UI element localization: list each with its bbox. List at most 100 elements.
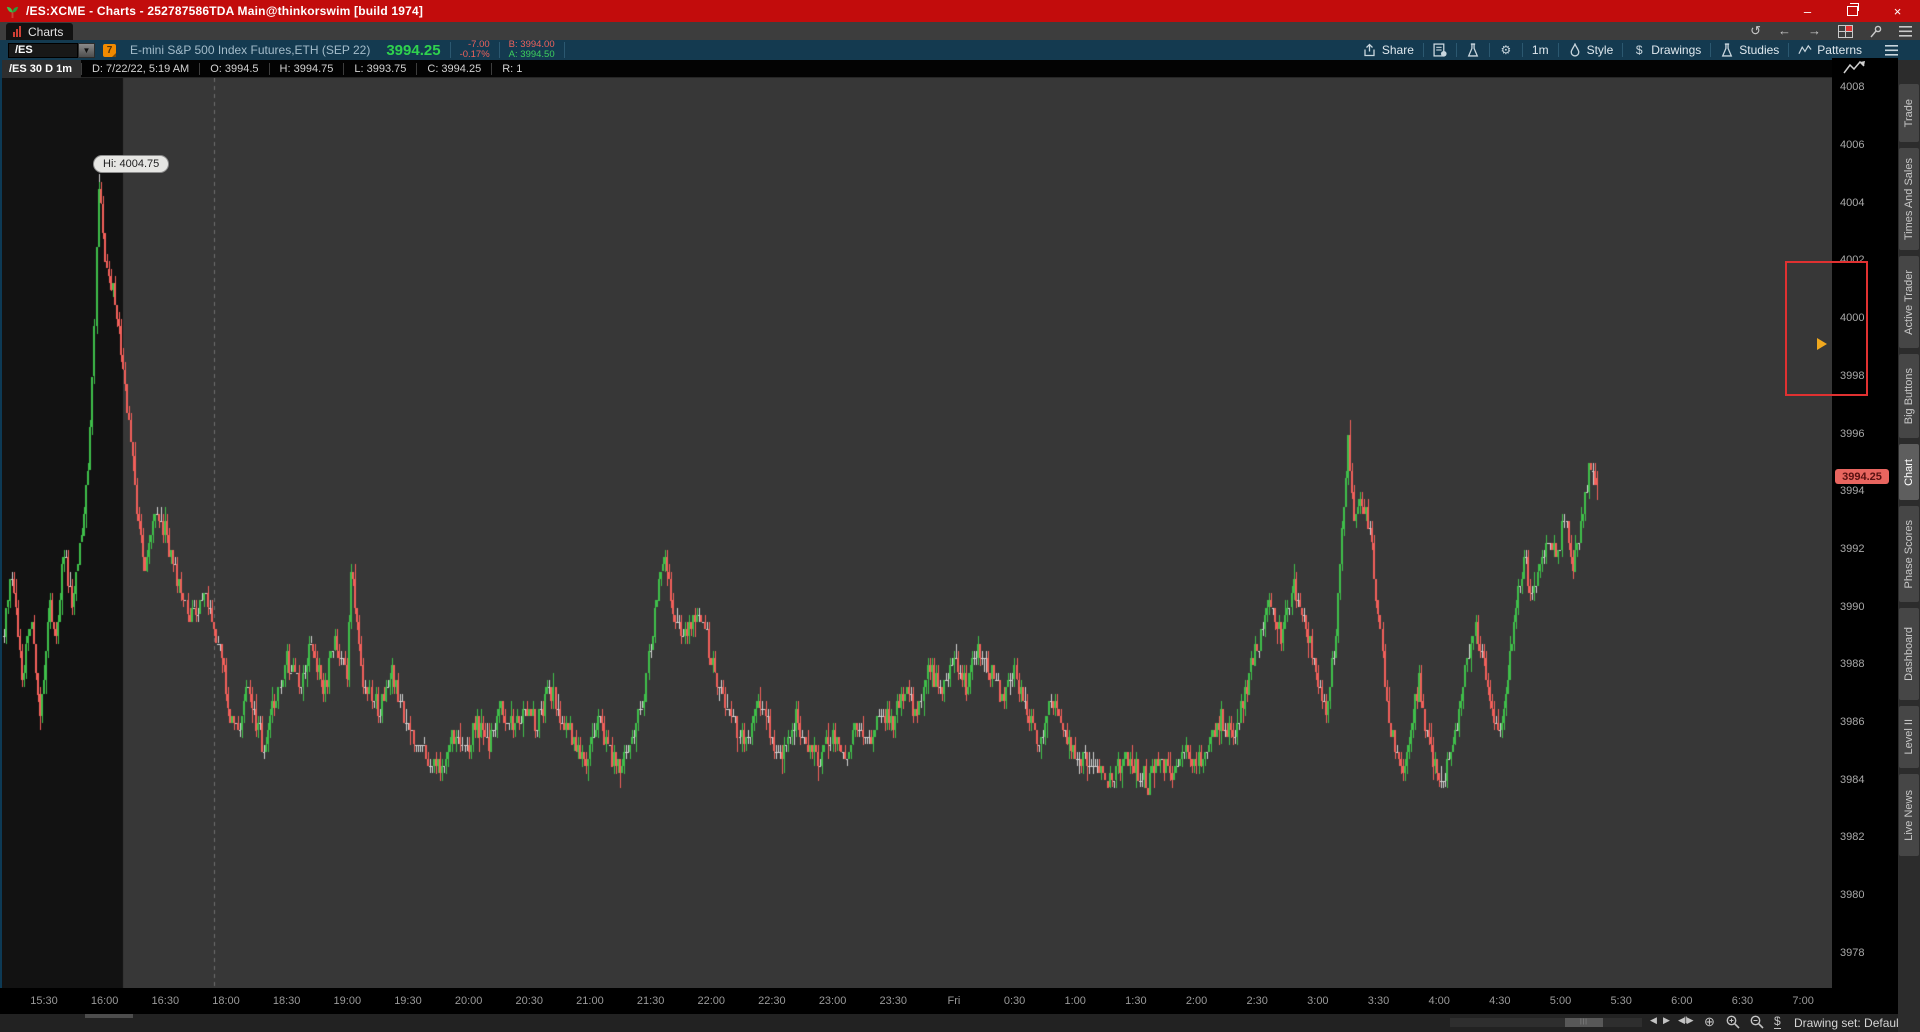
instrument-description: E-mini S&P 500 Index Futures,ETH (SEP 22… xyxy=(130,43,371,57)
symbol-dropdown-button[interactable]: ▼ xyxy=(78,42,95,58)
session-high-bubble[interactable]: Hi: 4004.75 xyxy=(93,155,170,173)
gear-icon: ⚙ xyxy=(1500,43,1512,57)
symbol-input[interactable]: /ES xyxy=(8,42,78,58)
style-button[interactable]: Style xyxy=(1559,43,1623,57)
price-tick: 4008 xyxy=(1840,81,1865,94)
scrollbar-thumb[interactable]: ||| xyxy=(1565,1018,1603,1027)
scroll-right-icon[interactable]: ▶ xyxy=(1663,1015,1670,1026)
app-logo-icon xyxy=(6,6,19,18)
menu-icon[interactable] xyxy=(1899,25,1912,37)
minimize-button[interactable]: – xyxy=(1785,0,1830,22)
tab-strip: Charts ↺ ← → xyxy=(0,22,1920,40)
corporate-actions-badge[interactable]: 7 xyxy=(103,43,116,57)
time-tick: 5:00 xyxy=(1549,995,1572,1007)
order-arrow-marker[interactable] xyxy=(1817,338,1827,350)
thinkorswim-window: /ES:XCME - Charts - 252787586TDA Main@th… xyxy=(0,0,1920,1032)
studies-flask-icon xyxy=(1721,43,1733,57)
bar-date: D: 7/22/22, 5:19 AM xyxy=(80,62,199,75)
time-tick: 23:30 xyxy=(879,995,907,1007)
price-axis[interactable]: 3994.25 4008 4006 4004 4002 4000 3998 3996 3994… xyxy=(1832,78,1898,988)
time-tick: 2:30 xyxy=(1246,995,1268,1007)
zoom-in-icon[interactable] xyxy=(1726,1015,1740,1029)
percent-change: -0.17% xyxy=(459,49,490,60)
dollar-icon: $ xyxy=(1635,43,1643,57)
time-tick: 3:30 xyxy=(1367,995,1390,1007)
time-tick: 7:00 xyxy=(1792,995,1814,1007)
sidebar-tab-trade[interactable]: Trade xyxy=(1899,84,1919,142)
scroll-left-icon[interactable]: ◀ xyxy=(1650,1015,1657,1026)
zoom-out-icon[interactable] xyxy=(1750,1015,1764,1029)
bottom-toolbar: ||| ◀ ▶ ◀‖▶ ⊕ $ Drawing set: Default xyxy=(0,1014,1902,1032)
time-tick: 15:30 xyxy=(30,995,58,1007)
pan-icon[interactable]: ◀‖▶ xyxy=(1678,1015,1694,1026)
time-tick: 16:00 xyxy=(90,995,119,1007)
flask-icon xyxy=(1467,43,1479,57)
time-tick: 22:00 xyxy=(697,995,726,1007)
settings-button[interactable]: ⚙ xyxy=(1490,43,1522,57)
sidebar-tab-big-buttons[interactable]: Big Buttons xyxy=(1899,354,1919,438)
sidebar-tab-live-news[interactable]: Live News xyxy=(1899,774,1919,856)
sidebar-tab-active-trader[interactable]: Active Trader xyxy=(1899,256,1919,348)
sidebar-tab-times-and-sales[interactable]: Times And Sales xyxy=(1899,148,1919,250)
tab-charts-label: Charts xyxy=(28,24,64,39)
share-button[interactable]: Share xyxy=(1354,43,1423,57)
drawings-button[interactable]: $ Drawings xyxy=(1623,43,1710,57)
time-tick: 5:30 xyxy=(1610,995,1632,1007)
pin-icon[interactable] xyxy=(1870,25,1882,38)
time-tick: 18:00 xyxy=(212,995,240,1007)
crosshair-icon[interactable]: ⊕ xyxy=(1704,1014,1715,1030)
window-title: /ES:XCME - Charts - 252787586TDA Main@th… xyxy=(26,4,424,18)
sidebar-tab-dashboard[interactable]: Dashboard xyxy=(1899,608,1919,700)
close-button[interactable]: × xyxy=(1875,0,1920,22)
time-tick: 19:00 xyxy=(333,995,362,1007)
window-edge xyxy=(0,60,2,1014)
title-bar[interactable]: /ES:XCME - Charts - 252787586TDA Main@th… xyxy=(0,0,1920,22)
sidebar-tab-phase-scores[interactable]: Phase Scores xyxy=(1899,506,1919,602)
timeframe-button[interactable]: 1m xyxy=(1523,43,1558,57)
candlestick-canvas[interactable] xyxy=(0,78,1836,988)
price-tick: 3984 xyxy=(1840,773,1865,786)
chart-toolbar: /ES ▼ 7 E-mini S&P 500 Index Futures,ETH… xyxy=(0,40,1920,60)
studies-button[interactable]: Studies xyxy=(1711,43,1788,57)
price-tick: 3986 xyxy=(1840,716,1865,728)
patterns-button[interactable]: Patterns xyxy=(1789,43,1871,57)
dollar-axis-icon[interactable]: $ xyxy=(1774,1014,1781,1029)
price-tick: 3978 xyxy=(1840,946,1865,959)
price-tick: 3994 xyxy=(1840,485,1865,498)
analysis-tools-button[interactable] xyxy=(1457,43,1489,57)
time-tick: 19:30 xyxy=(394,995,422,1007)
time-axis[interactable]: 15:30 16:00 16:30 18:00 18:30 19:00 19:30 20:00… xyxy=(0,988,1898,1014)
time-tick: 4:00 xyxy=(1428,995,1450,1007)
quick-notes-button[interactable] xyxy=(1424,43,1456,57)
bar-close: C: 3994.25 xyxy=(416,62,491,75)
time-tick: 1:00 xyxy=(1064,995,1086,1007)
back-arrow-icon[interactable]: ← xyxy=(1778,22,1791,40)
notes-icon xyxy=(1433,43,1447,57)
time-tick: 1:30 xyxy=(1125,995,1147,1007)
bar-chart-icon xyxy=(13,26,22,37)
sidebar-tab-level-ii[interactable]: Level II xyxy=(1899,706,1919,768)
horizontal-scrollbar[interactable]: ||| xyxy=(1450,1018,1642,1027)
chart-descriptor-chip[interactable]: /ES 30 D 1m xyxy=(0,59,81,78)
bar-high: H: 3994.75 xyxy=(268,62,344,75)
sidebar-tab-chart[interactable]: Chart xyxy=(1899,444,1919,500)
tab-charts[interactable]: Charts xyxy=(6,23,74,40)
axis-header xyxy=(1832,58,1898,78)
price-tick: 3996 xyxy=(1840,427,1865,440)
chart-mode-icon[interactable] xyxy=(1842,60,1866,76)
time-tick: 2:00 xyxy=(1185,995,1208,1007)
red-rectangle-drawing[interactable] xyxy=(1785,261,1868,396)
bar-low: L: 3993.75 xyxy=(343,62,416,75)
maximize-button[interactable] xyxy=(1830,0,1875,22)
grid-layout-icon[interactable] xyxy=(1838,24,1853,38)
drawing-set-label[interactable]: Drawing set: Default xyxy=(1794,1016,1902,1030)
time-tick: 20:30 xyxy=(515,995,544,1007)
maximize-icon xyxy=(1847,3,1859,16)
time-tick: Fri xyxy=(947,995,961,1007)
forward-arrow-icon[interactable]: → xyxy=(1808,22,1821,40)
time-tick: 21:30 xyxy=(636,995,665,1007)
toolbar-menu-icon[interactable] xyxy=(1885,44,1898,56)
scrollbar-segment[interactable] xyxy=(85,1014,133,1018)
undo-icon[interactable]: ↺ xyxy=(1750,22,1761,40)
ask-price: A: 3994.50 xyxy=(508,49,555,60)
